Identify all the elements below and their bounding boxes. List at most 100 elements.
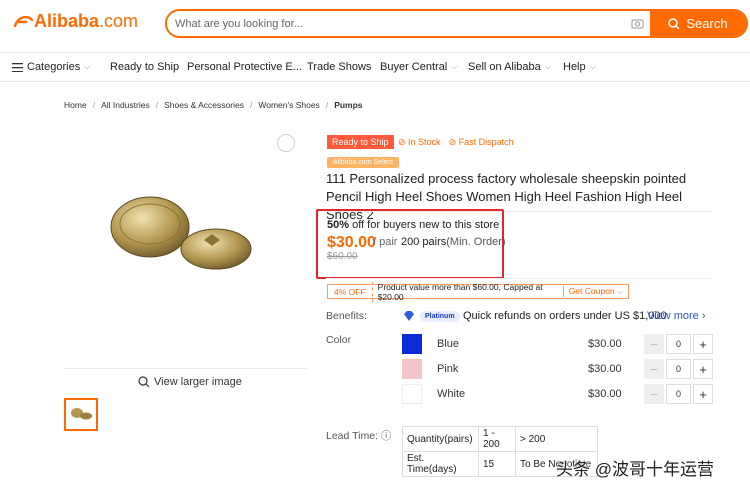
thumbnail-image[interactable] — [64, 398, 98, 431]
breadcrumb-shoes[interactable]: Shoes & Accessories — [164, 100, 244, 110]
coupon-desc: Product value more than $60.00, Capped a… — [371, 281, 563, 302]
nav-trade-shows[interactable]: Trade Shows — [307, 61, 371, 73]
in-stock-text: In Stock — [408, 137, 441, 147]
logo-icon — [13, 15, 34, 27]
chevron-down-icon: ⌵ — [544, 62, 551, 71]
logo-domain: .com — [99, 11, 139, 31]
divider — [64, 368, 307, 369]
increment-button[interactable]: + — [693, 359, 713, 379]
nav-item-label: Personal Protective E... — [187, 61, 302, 73]
chevron-down-icon: ⌵ — [589, 62, 596, 71]
platinum-badge: Platinum — [402, 310, 460, 322]
top-nav: Categories ⌵ Ready to Ship Personal Prote… — [0, 52, 750, 82]
chevron-down-icon: ⌵ — [84, 62, 91, 71]
camera-icon[interactable] — [624, 11, 650, 36]
quantity-stepper: −0 + — [644, 334, 713, 354]
table-cell: Est. Time(days) — [402, 451, 479, 477]
price: $30.00 — [327, 234, 376, 251]
info-icon[interactable]: ⓘ — [378, 430, 392, 442]
breadcrumb-sep: / — [325, 100, 329, 110]
table-cell: 15 — [478, 451, 516, 477]
decrement-button[interactable]: − — [644, 384, 664, 404]
table-cell: 1 - 200 — [478, 426, 516, 452]
alibaba-logo[interactable]: Alibaba .com — [12, 11, 138, 32]
alibaba-select-badge: Alibaba.com Select — [327, 157, 399, 168]
platinum-label: Platinum — [420, 310, 460, 322]
discount-percent: 50% — [327, 219, 350, 231]
search-bar: Search — [165, 9, 748, 38]
watermark: 头条 @波哥十年运营 — [556, 460, 714, 479]
view-larger-image-link[interactable]: View larger image — [138, 376, 242, 388]
increment-button[interactable]: + — [693, 334, 713, 354]
new-buyer-discount: 50% off for buyers new to this store — [327, 219, 499, 231]
breadcrumb-all-industries[interactable]: All Industries — [101, 100, 150, 110]
original-price: $60.00 — [327, 251, 358, 262]
zoom-icon — [138, 376, 150, 388]
diamond-icon — [404, 311, 414, 321]
color-price: $30.00 — [588, 338, 622, 350]
ready-to-ship-badge: Ready to Ship — [327, 135, 394, 149]
color-swatch-pink[interactable] — [402, 359, 422, 379]
quantity-input[interactable]: 0 — [666, 384, 691, 404]
color-swatch-blue[interactable] — [402, 334, 422, 354]
breadcrumb-sep: / — [155, 100, 159, 110]
breadcrumb-sep: / — [249, 100, 253, 110]
nav-ppe[interactable]: Personal Protective E... — [187, 61, 302, 73]
breadcrumb-womens-shoes[interactable]: Women's Shoes — [258, 100, 319, 110]
min-order: 200 pairs(Min. Order) — [401, 236, 506, 248]
breadcrumb-sep: / — [92, 100, 96, 110]
moq-qty: 200 pairs — [401, 236, 447, 248]
table-row: Quantity(pairs) 1 - 200 > 200 — [402, 426, 598, 452]
color-price: $30.00 — [588, 388, 622, 400]
nav-categories-label: Categories — [27, 61, 81, 73]
chevron-down-icon: ⌵ — [616, 287, 623, 296]
coupon-off: 4% OFF — [334, 286, 366, 297]
discount-text: off for buyers new to this store — [349, 219, 500, 231]
quantity-input[interactable]: 0 — [666, 359, 691, 379]
lead-time-label: Lead Time: ⓘ — [326, 428, 391, 443]
search-button[interactable]: Search — [650, 11, 746, 36]
in-stock-label: ⊘ In Stock — [398, 137, 441, 147]
nav-help[interactable]: Help ⌵ — [563, 61, 596, 73]
view-more-label: View more — [647, 310, 699, 322]
benefit-text: Quick refunds on orders under US $1,000 — [463, 310, 667, 322]
color-swatch-white[interactable] — [402, 384, 422, 404]
get-coupon-label: Get Coupon — [568, 286, 615, 296]
favorite-icon[interactable] — [277, 134, 295, 152]
lead-time-text: Lead Time: — [326, 430, 378, 442]
divider — [326, 278, 712, 279]
color-name: Blue — [437, 338, 460, 350]
logo-brand: Alibaba — [34, 11, 100, 31]
breadcrumb-pumps[interactable]: Pumps — [334, 100, 362, 110]
table-cell: > 200 — [515, 426, 598, 452]
chevron-down-icon: ⌵ — [451, 62, 458, 71]
view-more-link[interactable]: View more › — [647, 310, 706, 322]
quantity-stepper: −0 + — [644, 359, 713, 379]
main-product-image[interactable] — [64, 132, 307, 367]
nav-item-label: Sell on Alibaba — [468, 61, 541, 73]
nav-ready-to-ship[interactable]: Ready to Ship — [110, 61, 179, 73]
increment-button[interactable]: + — [693, 384, 713, 404]
color-name: Pink — [437, 363, 459, 375]
menu-icon — [12, 62, 23, 72]
color-label: Color — [326, 334, 352, 346]
nav-sell-on-alibaba[interactable]: Sell on Alibaba ⌵ — [468, 61, 551, 73]
fast-dispatch-text: Fast Dispatch — [458, 137, 514, 147]
nav-buyer-central[interactable]: Buyer Central ⌵ — [380, 61, 457, 73]
nav-item-label: Trade Shows — [307, 61, 372, 73]
breadcrumb-home[interactable]: Home — [64, 100, 87, 110]
search-button-label: Search — [686, 16, 728, 31]
quantity-stepper: −0 + — [644, 384, 713, 404]
fast-dispatch-label: ⊘ Fast Dispatch — [448, 137, 514, 147]
table-cell: Quantity(pairs) — [402, 426, 479, 452]
quantity-input[interactable]: 0 — [666, 334, 691, 354]
nav-categories[interactable]: Categories ⌵ — [12, 61, 90, 73]
stock-status: ⊘ In Stock ⊘ Fast Dispatch — [398, 137, 514, 148]
decrement-button[interactable]: − — [644, 359, 664, 379]
get-coupon-button[interactable]: Get Coupon ⌵ — [562, 286, 628, 297]
benefits-label: Benefits: — [326, 310, 367, 322]
decrement-button[interactable]: − — [644, 334, 664, 354]
nav-item-label: Help — [563, 61, 586, 73]
search-input[interactable] — [167, 11, 624, 36]
breadcrumb: Home / All Industries / Shoes & Accessorie… — [64, 100, 363, 110]
